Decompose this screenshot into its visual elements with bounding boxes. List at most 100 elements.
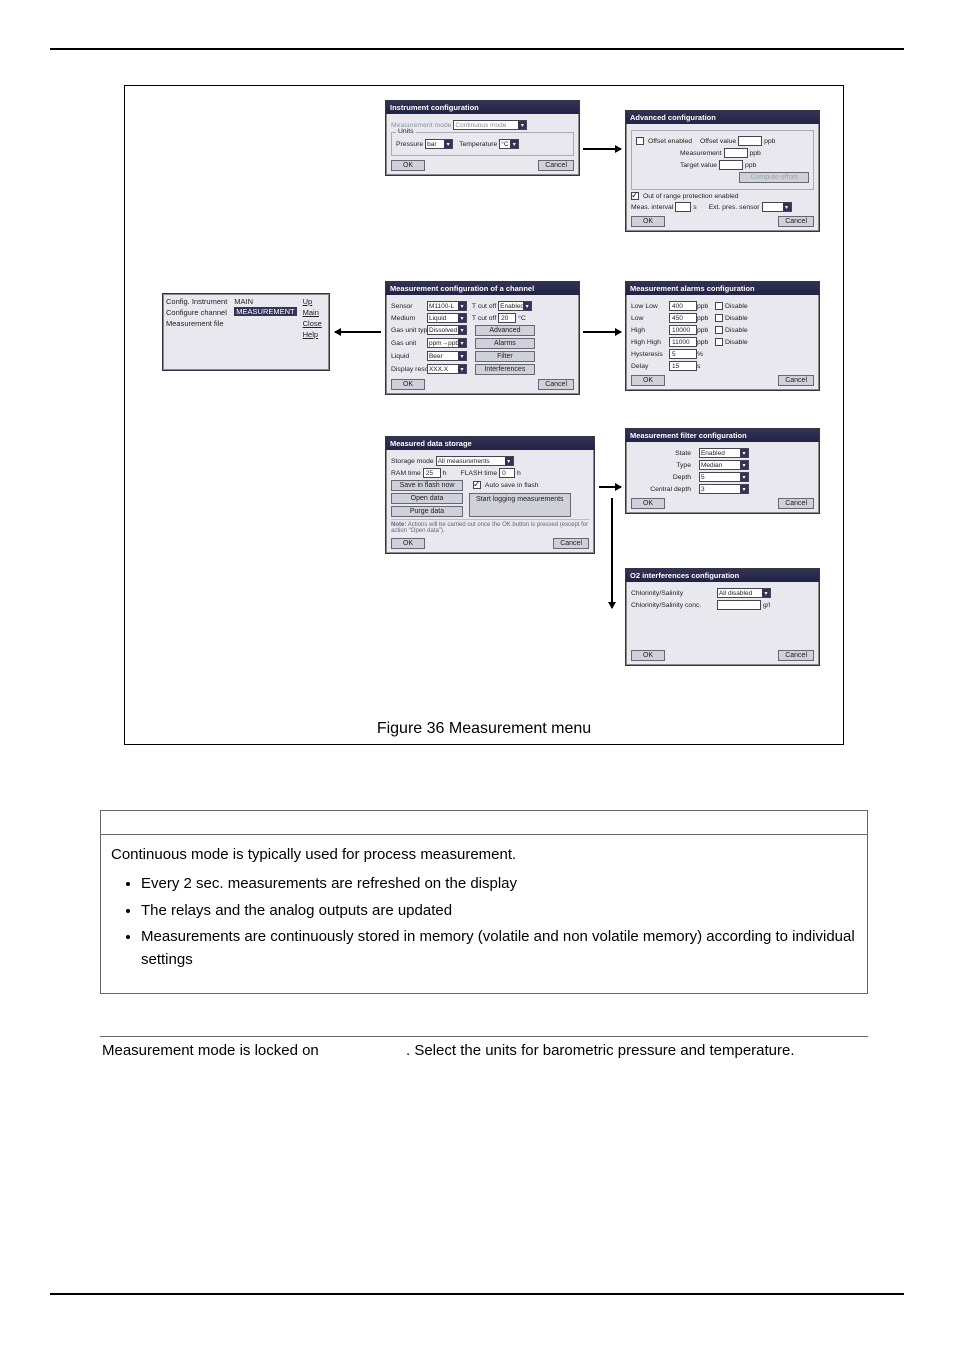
offset-enabled-label: Offset enabled bbox=[648, 138, 692, 145]
target-unit: ppb bbox=[745, 162, 756, 169]
open-data-button[interactable]: Open data bbox=[391, 493, 463, 504]
filter-cdepth-dropdown[interactable]: 3 bbox=[699, 484, 749, 494]
gas-type-dropdown[interactable]: Dissolved bbox=[427, 325, 467, 335]
ram-time-unit: h bbox=[443, 470, 447, 477]
filter-type-label: Type bbox=[631, 462, 691, 469]
menu-col-2: MAIN MEASUREMENT bbox=[231, 294, 299, 354]
menu-up[interactable]: Up bbox=[303, 296, 326, 307]
store-ok-button[interactable]: OK bbox=[391, 538, 425, 549]
disp-res-dropdown[interactable]: XXX.X bbox=[427, 364, 467, 374]
measurement-unit: ppb bbox=[749, 150, 760, 157]
filter-cdepth-label: Central depth bbox=[631, 486, 691, 493]
units-legend: Units bbox=[396, 128, 416, 135]
temperature-dropdown[interactable]: °C bbox=[499, 139, 519, 149]
measurement-field[interactable] bbox=[724, 148, 748, 158]
storage-mode-dropdown[interactable]: All measurements bbox=[436, 456, 514, 466]
footer-rule bbox=[50, 1293, 904, 1295]
liquid-label: Liquid bbox=[391, 353, 425, 360]
menu-measurement-item[interactable]: MEASUREMENT bbox=[234, 307, 296, 316]
units-fieldset: Units Pressure bar Temperature °C bbox=[391, 132, 574, 156]
filter-cancel-button[interactable]: Cancel bbox=[778, 498, 814, 509]
instr-cancel-button[interactable]: Cancel bbox=[538, 160, 574, 171]
store-cancel-button[interactable]: Cancel bbox=[553, 538, 589, 549]
gas-unit-dropdown[interactable]: ppm→ppb bbox=[427, 338, 467, 348]
tcutoff-unit: °C bbox=[518, 315, 526, 322]
filter-depth-label: Depth bbox=[631, 474, 691, 481]
o2-ok-button[interactable]: OK bbox=[631, 650, 665, 661]
sensor-dropdown[interactable]: M1100-L bbox=[427, 301, 467, 311]
ext-press-dropdown[interactable] bbox=[762, 202, 792, 212]
save-flash-button[interactable]: Save in flash now bbox=[391, 480, 463, 491]
menu-help[interactable]: Help bbox=[303, 329, 326, 340]
alarms-button[interactable]: Alarms bbox=[475, 338, 535, 349]
header-rule bbox=[50, 48, 904, 50]
filter-button[interactable]: Filter bbox=[475, 351, 535, 362]
instr-ok-button[interactable]: OK bbox=[391, 160, 425, 171]
advanced-button[interactable]: Advanced bbox=[475, 325, 535, 336]
channel-config-window: Measurement configuration of a channel S… bbox=[385, 281, 580, 395]
desc-paragraph: Continuous mode is typically used for pr… bbox=[111, 843, 857, 866]
auto-save-check[interactable] bbox=[473, 481, 481, 489]
interferences-button[interactable]: Interferences bbox=[475, 364, 535, 375]
temperature-label: Temperature bbox=[459, 141, 497, 148]
pressure-dropdown[interactable]: bar bbox=[425, 139, 453, 149]
filter-state-label: State bbox=[631, 450, 691, 457]
filter-config-title: Measurement filter configuration bbox=[626, 429, 819, 442]
menu-configure-channel[interactable]: Configure channel bbox=[166, 307, 228, 318]
chlorinity-conc-unit: g/l bbox=[763, 602, 770, 609]
medium-label: Medium bbox=[391, 315, 425, 322]
instrument-config-window: Instrument configuration Measurement mod… bbox=[385, 100, 580, 176]
ext-press-label: Ext. pres. sensor bbox=[709, 204, 760, 211]
meas-mode-dropdown[interactable]: Continuous mode bbox=[453, 120, 527, 130]
adv-cancel-button[interactable]: Cancel bbox=[778, 216, 814, 227]
filter-ok-button[interactable]: OK bbox=[631, 498, 665, 509]
tcutoff-value-label: T cut off bbox=[472, 315, 496, 322]
menu-main-header: MAIN bbox=[234, 296, 296, 307]
menu-window: Config. Instrument Configure channel Mea… bbox=[162, 293, 330, 371]
ram-time-label: RAM time bbox=[391, 470, 421, 477]
compute-offset-button[interactable]: Compute offset bbox=[739, 172, 809, 183]
menu-config-instrument[interactable]: Config. Instrument bbox=[166, 296, 228, 307]
offset-enabled-check[interactable] bbox=[636, 137, 644, 145]
menu-measurement-file[interactable]: Measurement file bbox=[166, 318, 228, 329]
flash-time-field[interactable]: 0 bbox=[499, 468, 515, 478]
alarms-ok-button[interactable]: OK bbox=[631, 375, 665, 386]
auto-save-label: Auto save in flash bbox=[485, 482, 539, 489]
chan-ok-button[interactable]: OK bbox=[391, 379, 425, 390]
filter-depth-dropdown[interactable]: 5 bbox=[699, 472, 749, 482]
medium-dropdown[interactable]: Liquid bbox=[427, 313, 467, 323]
chlorinity-conc-field[interactable] bbox=[717, 600, 761, 610]
alarms-title: Measurement alarms configuration bbox=[626, 282, 819, 295]
measurement-label: Measurement bbox=[680, 150, 722, 157]
adv-ok-button[interactable]: OK bbox=[631, 216, 665, 227]
tcutoff-dropdown[interactable]: Enabled bbox=[498, 301, 532, 311]
figure-caption: Figure 36 Measurement menu bbox=[125, 720, 843, 738]
advanced-config-window: Advanced configuration Offset enabled Of… bbox=[625, 110, 820, 232]
oor-check[interactable] bbox=[631, 192, 639, 200]
chan-cancel-button[interactable]: Cancel bbox=[538, 379, 574, 390]
alarms-window: Measurement alarms configuration Low Low… bbox=[625, 281, 820, 391]
liquid-dropdown[interactable]: Beer bbox=[427, 351, 467, 361]
chlorinity-dropdown[interactable]: All disabled bbox=[717, 588, 771, 598]
arrow-instr-to-adv bbox=[583, 148, 621, 150]
ram-time-field[interactable]: 25 bbox=[423, 468, 441, 478]
target-value-field[interactable] bbox=[719, 160, 743, 170]
menu-main[interactable]: Main bbox=[303, 307, 326, 318]
filter-type-dropdown[interactable]: Median bbox=[699, 460, 749, 470]
mode-locked-table: Measurement mode is locked on . Select t… bbox=[100, 1036, 868, 1064]
offset-value-field[interactable] bbox=[738, 136, 762, 146]
meas-interval-field[interactable] bbox=[675, 202, 691, 212]
flash-time-unit: h bbox=[517, 470, 521, 477]
menu-close[interactable]: Close bbox=[303, 318, 326, 329]
purge-data-button[interactable]: Purge data bbox=[391, 506, 463, 517]
arrow-menu-to-channel bbox=[335, 331, 381, 333]
filter-config-window: Measurement filter configuration State E… bbox=[625, 428, 820, 514]
alarms-cancel-button[interactable]: Cancel bbox=[778, 375, 814, 386]
filter-state-dropdown[interactable]: Enabled bbox=[699, 448, 749, 458]
arrow-filter-to-o2 bbox=[611, 498, 613, 608]
tcutoff-value-field[interactable]: 20 bbox=[498, 313, 516, 323]
meas-interval-unit: s bbox=[693, 204, 696, 211]
start-logging-button[interactable]: Start logging measurements bbox=[469, 493, 571, 517]
data-storage-window: Measured data storage Storage mode All m… bbox=[385, 436, 595, 554]
o2-cancel-button[interactable]: Cancel bbox=[778, 650, 814, 661]
